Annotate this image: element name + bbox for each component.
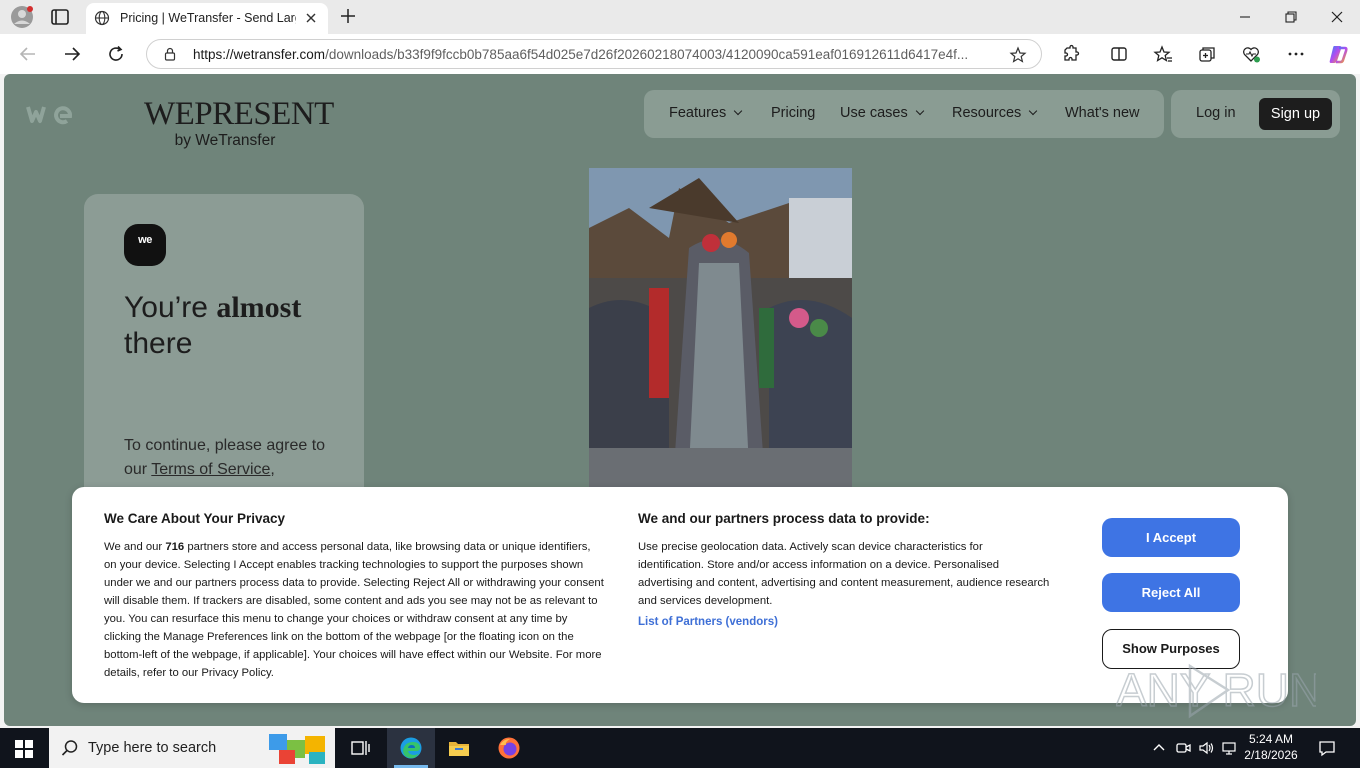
taskbar-search-input[interactable]: Type here to search — [49, 728, 335, 768]
lock-icon[interactable] — [163, 47, 177, 61]
network-icon[interactable] — [1221, 740, 1237, 756]
search-highlight-puzzle-icon — [269, 734, 325, 764]
search-placeholder: Type here to search — [88, 740, 217, 756]
notifications-icon[interactable] — [1318, 739, 1336, 757]
favorites-icon[interactable] — [1153, 44, 1173, 64]
forward-icon[interactable] — [62, 44, 82, 64]
restore-icon[interactable] — [1283, 9, 1299, 25]
privacy-text-post: partners store and access personal data,… — [104, 541, 604, 679]
minimize-icon[interactable] — [1237, 9, 1253, 25]
tab-title: Pricing | WeTransfer - Send Large Files … — [120, 11, 296, 25]
card-body: To continue, please agree to our Terms o… — [124, 434, 339, 482]
wepresent-brand[interactable]: WEPRESENT by WeTransfer — [144, 96, 334, 150]
close-tab-icon[interactable] — [304, 11, 318, 25]
edge-browser-icon[interactable] — [399, 736, 423, 760]
card-body-post: , — [270, 461, 275, 478]
back-icon[interactable] — [18, 44, 38, 64]
nav-resources-label: Resources — [952, 105, 1022, 121]
nav-features-label: Features — [669, 105, 727, 121]
purposes-title: We and our partners process data to prov… — [638, 511, 930, 526]
more-options-icon[interactable] — [1286, 44, 1306, 64]
url-host: https://wetransfer.com — [193, 47, 326, 62]
cookie-consent-banner: We Care About Your Privacy We and our 71… — [72, 487, 1288, 703]
task-view-icon[interactable] — [348, 736, 372, 760]
system-clock[interactable]: 5:24 AM 2/18/2026 — [1240, 731, 1302, 763]
nav-features[interactable]: Features — [669, 105, 743, 121]
chevron-down-icon — [1029, 106, 1038, 116]
browser-essentials-icon[interactable] — [1241, 44, 1261, 64]
wetransfer-logo-icon[interactable] — [26, 102, 74, 126]
card-heading-pre: You’re — [124, 291, 217, 324]
address-bar[interactable]: https://wetransfer.com/downloads/b33f9f9… — [146, 39, 1042, 69]
url-text: https://wetransfer.com/downloads/b33f9f9… — [193, 47, 993, 62]
profile-icon[interactable] — [10, 5, 34, 29]
browser-toolbar: https://wetransfer.com/downloads/b33f9f9… — [0, 34, 1360, 74]
brand-sub: by WeTransfer — [174, 132, 276, 149]
browser-tab-active[interactable]: Pricing | WeTransfer - Send Large Files … — [86, 3, 328, 34]
tab-actions-icon[interactable] — [49, 6, 71, 28]
nav-resources[interactable]: Resources — [952, 105, 1038, 121]
clock-time: 5:24 AM — [1248, 732, 1294, 746]
main-nav: Features Pricing Use cases Resources Wha… — [644, 90, 1164, 138]
privacy-text: We and our 716 partners store and access… — [104, 538, 606, 682]
we-badge-icon: we — [124, 224, 166, 266]
chevron-down-icon — [733, 106, 743, 116]
windows-start-icon[interactable] — [15, 740, 33, 758]
close-window-icon[interactable] — [1329, 9, 1345, 25]
volume-icon[interactable] — [1198, 740, 1214, 756]
show-hidden-icons-icon[interactable] — [1151, 740, 1167, 756]
new-tab-icon[interactable] — [339, 7, 357, 25]
card-heading: You’re almost there — [124, 290, 354, 362]
card-heading-bold: almost — [216, 291, 302, 324]
login-button[interactable]: Log in — [1196, 105, 1236, 121]
browser-tab-bar: Pricing | WeTransfer - Send Large Files … — [0, 0, 1360, 34]
file-explorer-icon[interactable] — [447, 736, 471, 760]
purposes-text: Use precise geolocation data. Actively s… — [638, 541, 1050, 607]
favorite-star-icon[interactable] — [1009, 46, 1027, 64]
nav-use-cases-label: Use cases — [840, 105, 908, 121]
nav-use-cases[interactable]: Use cases — [840, 105, 924, 121]
nav-pricing[interactable]: Pricing — [771, 105, 815, 121]
card-logo-text: we — [138, 234, 152, 246]
accept-button[interactable]: I Accept — [1102, 518, 1240, 557]
privacy-title: We Care About Your Privacy — [104, 511, 286, 526]
clock-date: 2/18/2026 — [1244, 748, 1298, 762]
collections-icon[interactable] — [1197, 44, 1217, 64]
vendors-link[interactable]: List of Partners (vendors) — [638, 616, 778, 628]
reject-all-button[interactable]: Reject All — [1102, 573, 1240, 612]
terms-of-service-link[interactable]: Terms of Service — [151, 461, 270, 478]
card-heading-post: there — [124, 327, 193, 360]
split-screen-icon[interactable] — [1109, 44, 1129, 64]
brand-main: WEPRESENT — [144, 96, 334, 132]
auth-nav: Log in Sign up — [1171, 90, 1340, 138]
globe-icon — [94, 10, 110, 26]
refresh-icon[interactable] — [106, 44, 126, 64]
windows-taskbar: Type here to search 5:24 AM 2/18/2026 — [0, 728, 1360, 768]
extensions-icon[interactable] — [1061, 44, 1081, 64]
firefox-icon[interactable] — [497, 736, 521, 760]
partners-count: 716 — [165, 541, 185, 553]
signup-button[interactable]: Sign up — [1259, 98, 1332, 130]
privacy-text-pre: We and our — [104, 541, 166, 553]
chevron-down-icon — [915, 106, 924, 116]
festival-photo — [589, 168, 852, 488]
nav-whats-new[interactable]: What's new — [1065, 105, 1140, 121]
url-path: /downloads/b33f9f9fccb0b785aa6f54d025e7d… — [325, 47, 969, 62]
meet-now-icon[interactable] — [1175, 740, 1191, 756]
search-icon — [61, 740, 78, 756]
copilot-icon[interactable] — [1328, 44, 1348, 64]
anyrun-watermark-logo: ANY RUN — [1116, 663, 1316, 719]
watermark-text: ANY RUN — [1116, 664, 1316, 716]
